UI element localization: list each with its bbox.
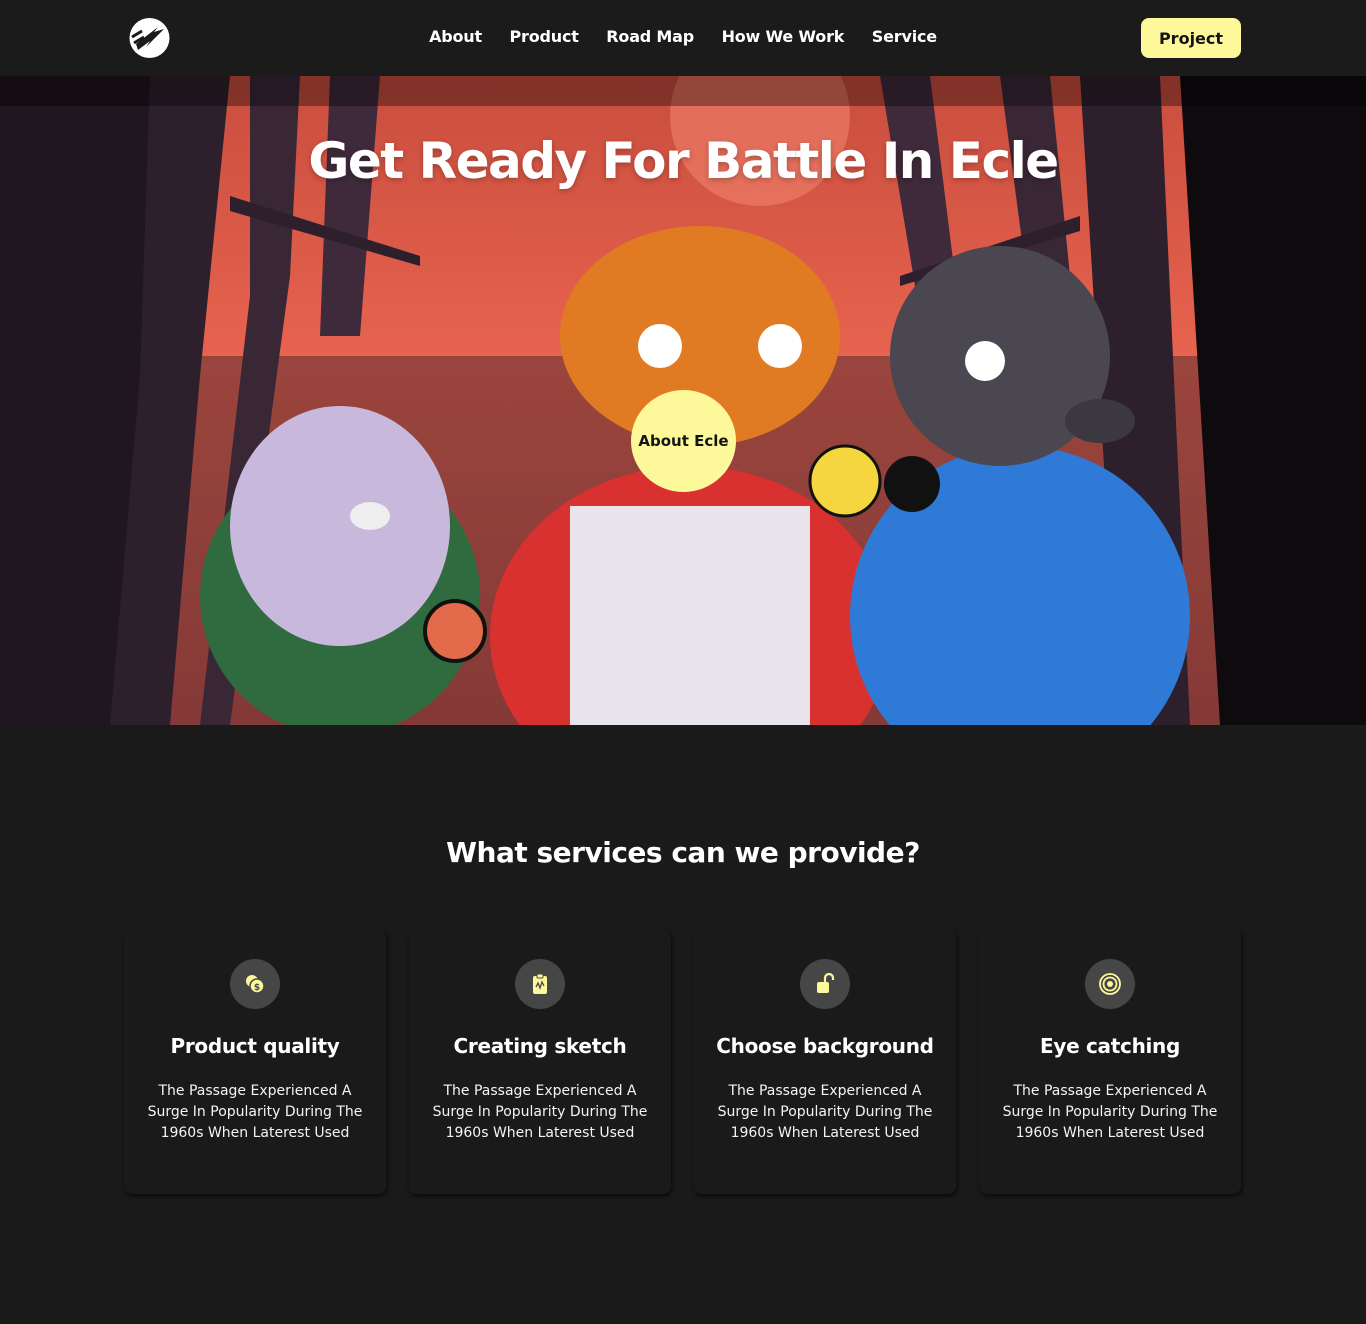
service-card-eye-catching: Eye catching The Passage Experienced A S… <box>979 930 1241 1194</box>
card-description: The Passage Experienced A Surge In Popul… <box>717 1083 933 1141</box>
hero-title: Get Ready For Battle In Ecle <box>308 132 1059 190</box>
nav-about[interactable]: About <box>429 27 482 46</box>
card-title: Product quality <box>170 1034 340 1058</box>
nav-product[interactable]: Product <box>510 27 579 46</box>
service-card-choose-background: Choose background The Passage Experience… <box>694 930 956 1194</box>
card-description: The Passage Experienced A Surge In Popul… <box>432 1083 648 1141</box>
service-card-creating-sketch: Creating sketch The Passage Experienced … <box>409 930 671 1194</box>
project-button[interactable]: Project <box>1141 18 1241 58</box>
top-navbar: About Product Road Map How We Work Servi… <box>0 0 1366 76</box>
target-icon <box>1085 959 1135 1009</box>
svg-text:$: $ <box>254 983 260 993</box>
nav-service[interactable]: Service <box>872 27 937 46</box>
nav-road-map[interactable]: Road Map <box>606 27 694 46</box>
card-title: Creating sketch <box>453 1034 627 1058</box>
hero-banner: Get Ready For Battle In Ecle About Ecle <box>0 76 1366 725</box>
card-description: The Passage Experienced A Surge In Popul… <box>147 1083 363 1141</box>
card-title: Choose background <box>716 1034 934 1058</box>
coins-icon: $ <box>230 959 280 1009</box>
services-heading: What services can we provide? <box>446 836 920 869</box>
service-card-product-quality: $ Product quality The Passage Experience… <box>124 930 386 1194</box>
card-title: Eye catching <box>1039 1034 1181 1058</box>
about-ecle-button[interactable]: About Ecle <box>631 390 736 492</box>
clipboard-icon <box>515 959 565 1009</box>
card-description: The Passage Experienced A Surge In Popul… <box>1002 1083 1218 1141</box>
nav-how-we-work[interactable]: How We Work <box>722 27 845 46</box>
unlock-icon <box>800 959 850 1009</box>
